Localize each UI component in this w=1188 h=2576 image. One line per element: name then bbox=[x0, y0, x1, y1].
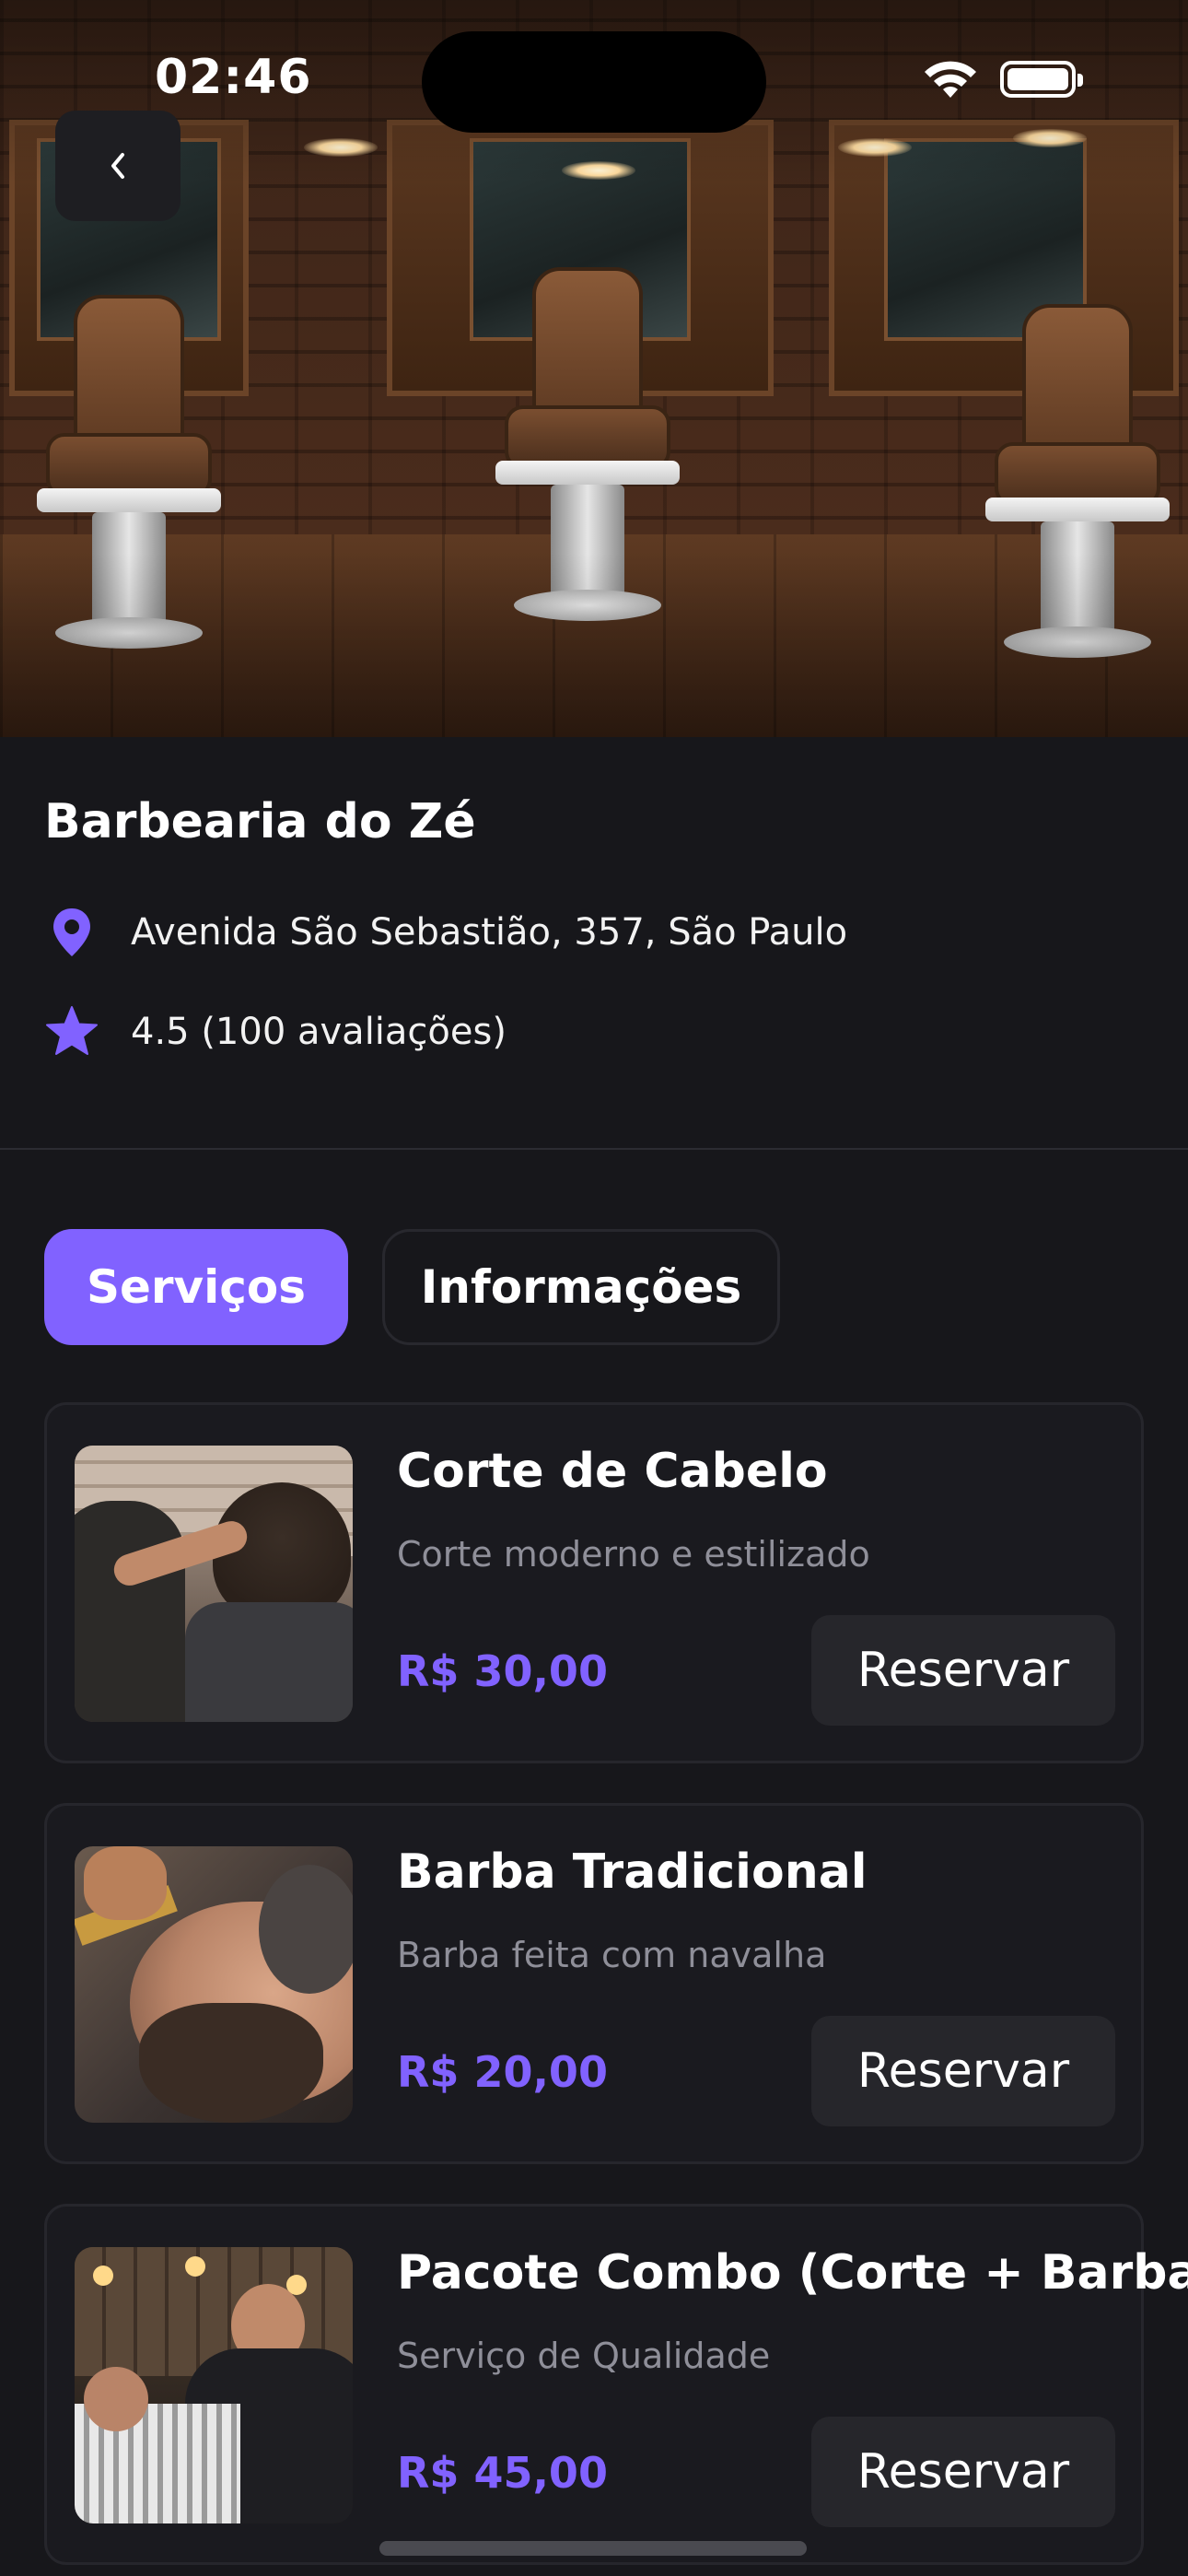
star-icon bbox=[44, 1004, 99, 1060]
tab-services[interactable]: Serviços bbox=[44, 1229, 348, 1345]
service-card: Corte de Cabelo Corte moderno e estiliza… bbox=[44, 1402, 1144, 1763]
service-price: R$ 30,00 bbox=[397, 1646, 608, 1696]
service-price: R$ 45,00 bbox=[397, 2448, 608, 2498]
map-pin-icon bbox=[44, 905, 99, 960]
reserve-button[interactable]: Reservar bbox=[811, 2417, 1115, 2527]
service-description: Serviço de Qualidade bbox=[397, 2336, 771, 2376]
service-image-beard bbox=[75, 1846, 353, 2123]
shop-rating: 4.5 (100 avaliações) bbox=[131, 1011, 507, 1053]
service-card: Barba Tradicional Barba feita com navalh… bbox=[44, 1803, 1144, 2164]
service-title: Corte de Cabelo bbox=[397, 1444, 828, 1499]
service-description: Corte moderno e estilizado bbox=[397, 1534, 870, 1575]
chevron-left-icon bbox=[111, 153, 124, 179]
reserve-button[interactable]: Reservar bbox=[811, 2016, 1115, 2126]
back-button[interactable] bbox=[55, 111, 181, 221]
tab-information[interactable]: Informações bbox=[382, 1229, 780, 1345]
service-title: Barba Tradicional bbox=[397, 1844, 868, 1900]
battery-icon bbox=[1000, 61, 1083, 98]
section-divider bbox=[0, 1148, 1188, 1150]
home-indicator[interactable] bbox=[379, 2541, 807, 2556]
address-row: Avenida São Sebastião, 357, São Paulo bbox=[44, 905, 847, 960]
service-image-combo bbox=[75, 2247, 353, 2523]
dynamic-island bbox=[422, 31, 766, 133]
shop-address: Avenida São Sebastião, 357, São Paulo bbox=[131, 911, 848, 954]
rating-row: 4.5 (100 avaliações) bbox=[44, 1004, 507, 1060]
service-title: Pacote Combo (Corte + Barba) bbox=[397, 2245, 1188, 2301]
status-time: 02:46 bbox=[155, 50, 312, 105]
service-description: Barba feita com navalha bbox=[397, 1935, 827, 1975]
service-image-haircut bbox=[75, 1446, 353, 1722]
reserve-button[interactable]: Reservar bbox=[811, 1615, 1115, 1726]
wifi-icon bbox=[925, 61, 976, 98]
service-price: R$ 20,00 bbox=[397, 2047, 608, 2097]
service-card: Pacote Combo (Corte + Barba) Serviço de … bbox=[44, 2204, 1188, 2565]
shop-name: Barbearia do Zé bbox=[44, 794, 476, 849]
